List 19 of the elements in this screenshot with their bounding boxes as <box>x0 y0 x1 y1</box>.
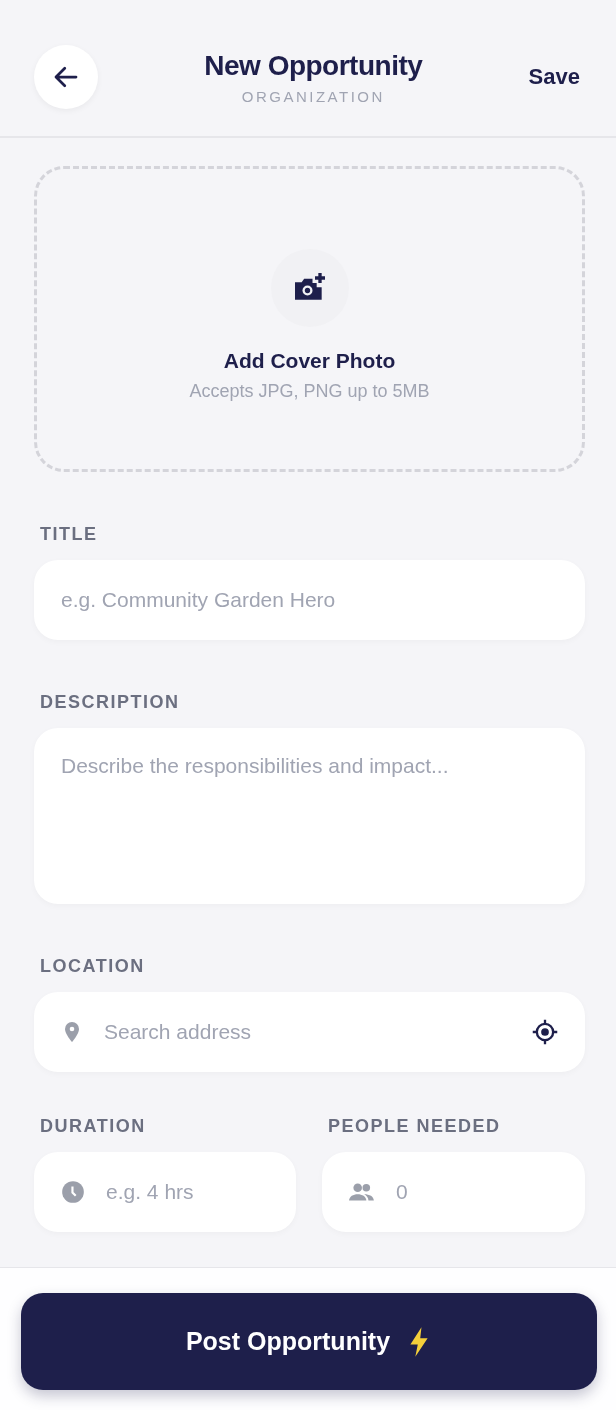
save-link[interactable]: Save <box>528 64 580 90</box>
field-label: PEOPLE NEEDED <box>328 1116 502 1137</box>
locate-icon[interactable] <box>531 1018 559 1046</box>
description-field[interactable]: Describe the responsibilities and impact... <box>34 728 585 904</box>
cover-photo-dropzone[interactable]: Add Cover Photo Accepts JPG, PNG up to 5MB <box>34 166 585 472</box>
page-subtitle: ORGANIZATION <box>240 87 386 105</box>
address-field[interactable]: Search address <box>104 1020 511 1044</box>
page-title: New Opportunity <box>203 49 424 82</box>
title-field[interactable]: e.g. Community Garden Hero <box>34 560 585 640</box>
field-label: DESCRIPTION <box>40 692 181 713</box>
post-opportunity-button[interactable]: Post Opportunity <box>21 1293 597 1390</box>
field-label: DURATION <box>40 1116 147 1137</box>
duration-field[interactable]: e.g. 4 hrs <box>106 1180 270 1204</box>
field-label: LOCATION <box>40 956 146 977</box>
people-field[interactable]: 0 <box>396 1180 559 1204</box>
clock-icon <box>60 1179 86 1205</box>
field-label: TITLE <box>40 524 99 545</box>
cover-title: Add Cover Photo <box>223 348 396 373</box>
cover-hint: Accepts JPG, PNG up to 5MB <box>189 380 430 402</box>
